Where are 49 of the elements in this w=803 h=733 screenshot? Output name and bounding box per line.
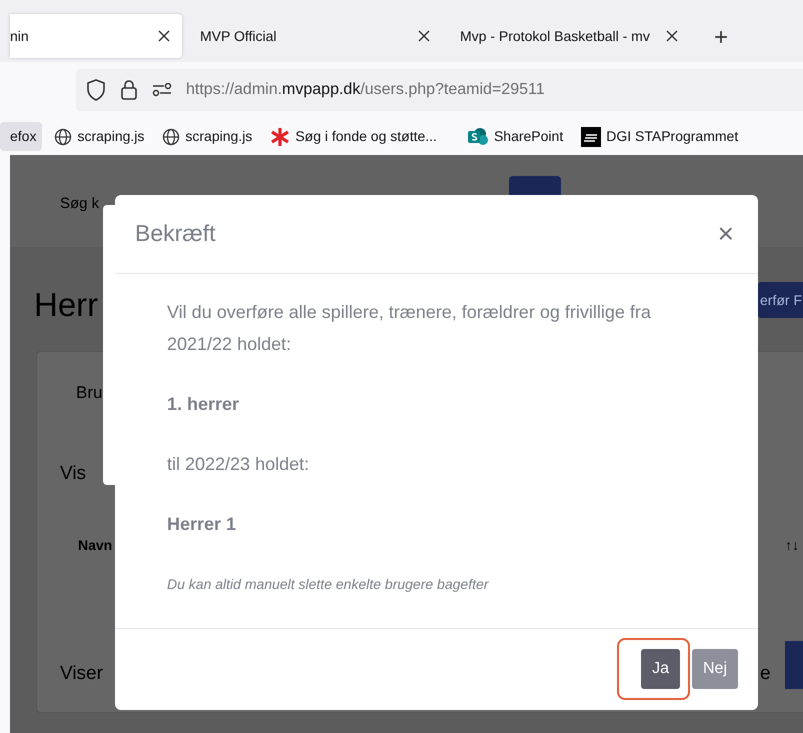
bookmark-label: Søg i fonde og støtte... [295, 127, 437, 146]
shield-icon [86, 79, 106, 101]
bookmark[interactable]: scraping.js [156, 122, 258, 151]
globe-icon [54, 128, 72, 146]
bookmark[interactable]: SharePoint [460, 122, 570, 151]
close-icon [158, 30, 170, 42]
close-button[interactable]: × [714, 220, 738, 248]
tab-title: nin [10, 26, 29, 46]
dgi-logo-icon [581, 126, 602, 146]
new-tab-button[interactable]: + [698, 14, 744, 62]
dialog-title: Bekræft [135, 220, 216, 248]
team-name: Herrer 1 [167, 512, 238, 536]
browser-tab[interactable]: MVP Official [190, 14, 442, 58]
permissions-icon [152, 83, 172, 97]
pagination-text: e [760, 662, 771, 686]
sort-icon: ↑↓ [785, 535, 799, 556]
bookmark[interactable]: scraping.js [48, 122, 150, 151]
bookmark-label: efox [10, 127, 36, 146]
browser-tab[interactable]: nin [10, 14, 182, 58]
close-icon [418, 30, 430, 42]
bookmark[interactable]: Søg i fonde og støtte... [264, 122, 443, 151]
lock-icon [120, 79, 138, 101]
address-bar[interactable]: https://admin.mvpapp.dk/users.php?teamid=29511 [76, 69, 803, 111]
tab-title: MVP Official [200, 26, 277, 46]
globe-icon [162, 128, 180, 146]
message-text: til 2022/23 holdet: [167, 452, 310, 476]
transfer-button[interactable]: erfør F [758, 282, 803, 318]
search-text: Søg k [60, 194, 100, 214]
entries-text: Viser [60, 662, 103, 686]
bookmark[interactable]: efox [0, 122, 42, 151]
close-icon [666, 30, 678, 42]
hint-text: Du kan altid manuelt slette enkelte brugere bagefter [167, 574, 490, 594]
bookmark-label: scraping.js [77, 127, 144, 146]
sharepoint-icon [466, 126, 489, 146]
tab-title: Mvp - Protokol Basketball - mv [460, 26, 650, 46]
browser-tab[interactable]: Mvp - Protokol Basketball - mv [450, 14, 690, 58]
confirm-button[interactable]: Ja [641, 649, 680, 690]
column-header: Navn [78, 536, 112, 555]
show-label: Vis [60, 462, 86, 486]
bookmark-label: SharePoint [494, 127, 564, 146]
page-heading: Herr [34, 285, 98, 325]
bookmark[interactable]: DGI STAProgrammet [575, 122, 744, 151]
bookmark-label: DGI STAProgrammet [606, 127, 738, 146]
tab-label[interactable]: Bru [76, 380, 102, 406]
url-text: https://admin.mvpapp.dk/users.php?teamid=29511 [186, 80, 545, 100]
message-text: Vil du overføre alle spillere, trænere, forældrer og frivillige fra 2021/22 holdet: [167, 300, 652, 356]
team-name: 1. herrer [167, 392, 240, 416]
bookmark-label: scraping.js [185, 127, 252, 146]
asterisk-icon [270, 126, 290, 146]
